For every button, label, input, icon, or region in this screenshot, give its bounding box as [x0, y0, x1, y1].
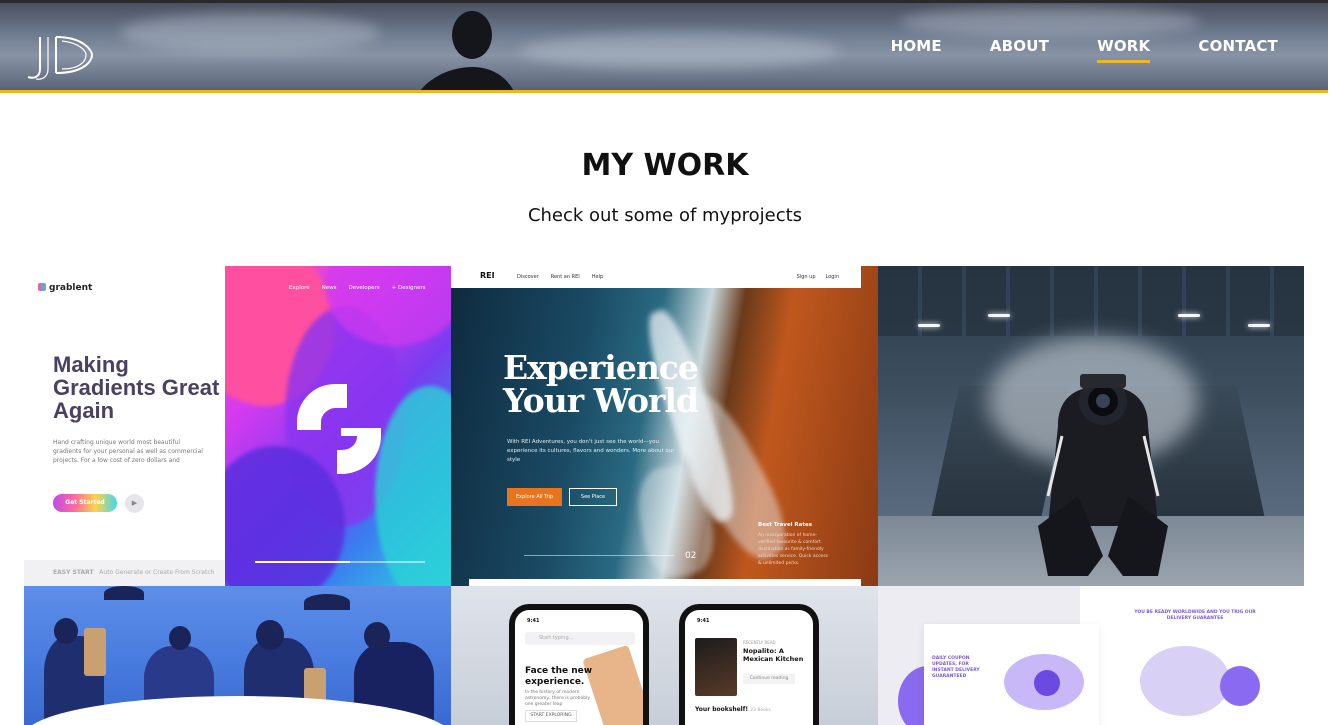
- main-nav: HOME ABOUT WORK CONTACT: [843, 37, 1278, 63]
- phone-screen: 9:41 RECENTLY READ Nopalito: A Mexican K…: [685, 610, 813, 725]
- rei-slider: [524, 555, 674, 556]
- grablent-gradient-art: Explore News Developers + Designers: [225, 266, 451, 586]
- grablent-footer-text: EASY START Auto Generate or Create From …: [53, 569, 215, 576]
- header-cloud: [120, 13, 380, 53]
- nav-work[interactable]: WORK: [1097, 37, 1151, 63]
- grablent-g-icon: [297, 384, 381, 474]
- illustration-blob: [1140, 646, 1230, 716]
- page-title: MY WORK: [581, 148, 749, 183]
- nav-home[interactable]: HOME: [891, 37, 942, 63]
- project-tile-reading-app[interactable]: 9:41 Start typing... Face the new experi…: [451, 586, 878, 725]
- site-header: HOME ABOUT WORK CONTACT: [0, 0, 1328, 93]
- person-head: [169, 626, 191, 650]
- phone-search: Start typing...: [525, 632, 635, 645]
- play-icon: ▶: [125, 494, 144, 513]
- rei-lead: With REI Adventures, you don't just see …: [507, 439, 675, 463]
- grablent-headline: Making Gradients Great Again: [53, 352, 220, 423]
- ceiling-light: [988, 314, 1010, 317]
- nav-contact[interactable]: CONTACT: [1198, 37, 1278, 63]
- grablent-topnav: Explore News Developers + Designers: [289, 285, 426, 291]
- project-tile-delivery[interactable]: YOU BE READY WORLDWIDE AND YOU TRIG OUR …: [878, 586, 1304, 725]
- header-cloud: [520, 33, 840, 69]
- phone-screen: 9:41 Start typing... Face the new experi…: [515, 610, 643, 725]
- rei-topbar: REI Discover Rent an REI Help Sign up Login: [451, 266, 861, 288]
- rei-explore-button: Explore All Trip: [507, 488, 562, 506]
- ceiling-light: [918, 324, 940, 327]
- rei-bottom-bar: [469, 579, 861, 586]
- ceiling-light: [1178, 314, 1200, 317]
- illustration-blob: [1220, 666, 1260, 706]
- recently-read-label: RECENTLY READ: [743, 640, 776, 645]
- rei-rates-title: Best Travel Rates: [758, 522, 813, 528]
- nav-about[interactable]: ABOUT: [990, 37, 1049, 63]
- phone-mockup: 9:41 Start typing... Face the new experi…: [509, 604, 649, 725]
- person-head: [256, 620, 284, 650]
- rei-see-place-button: See Place: [569, 488, 617, 506]
- continue-reading-button: Continue reading: [743, 674, 795, 684]
- grablent-logo-icon: [38, 283, 46, 291]
- ceiling-light: [1248, 324, 1270, 327]
- grablent-progress-fill: [255, 561, 350, 563]
- grablent-get-started-button: Get Started: [53, 494, 117, 512]
- lamp: [104, 586, 144, 600]
- rei-rates-text: An incorporation of home-verified favour…: [758, 533, 829, 566]
- rei-headline: Experience Your World: [503, 348, 699, 420]
- phone-headline: Face the new experience.: [525, 666, 593, 687]
- grablent-footer: EASY START Auto Generate or Create From …: [24, 560, 225, 586]
- phone-start-button: START EXPLORING: [525, 710, 577, 722]
- person-head: [54, 618, 78, 644]
- grablent-left-panel: grablent Making Gradients Great Again Ha…: [24, 266, 225, 586]
- project-tile-rei[interactable]: REI Discover Rent an REI Help Sign up Login…: [451, 266, 878, 586]
- phone-time: 9:41: [527, 618, 540, 624]
- phone-mockup: 9:41 RECENTLY READ Nopalito: A Mexican K…: [679, 604, 819, 725]
- header-person-silhouette: [420, 11, 514, 90]
- book-title: Nopalito: A Mexican Kitchen: [743, 647, 804, 663]
- grablent-brand: grablent: [38, 283, 92, 293]
- lamp: [304, 594, 350, 610]
- phone-subtext: In the history of modern astronomy, ther…: [525, 690, 590, 707]
- project-tile-grablent[interactable]: grablent Making Gradients Great Again Ha…: [24, 266, 451, 586]
- illustration-blob: [1034, 670, 1060, 696]
- project-tile-photo[interactable]: [878, 266, 1304, 586]
- delivery-right-panel: YOU BE READY WORLDWIDE AND YOU TRIG OUR …: [1080, 586, 1304, 725]
- bookshelf-label: Your bookshelf! 23 Books: [695, 706, 771, 713]
- rei-menu: Discover Rent an REI Help: [517, 274, 604, 280]
- delivery-tagline-right: YOU BE READY WORLDWIDE AND YOU TRIG OUR …: [1134, 610, 1256, 621]
- rei-slide-counter: 02: [685, 551, 697, 561]
- delivery-tagline: DAILY COUPON UPDATES, FOR INSTANT DELIVE…: [932, 656, 980, 679]
- delivery-left-panel: DAILY COUPON UPDATES, FOR INSTANT DELIVE…: [924, 624, 1099, 725]
- rei-logo: REI: [480, 271, 495, 280]
- jenga-tower: [84, 628, 106, 676]
- site-logo[interactable]: [26, 31, 94, 81]
- project-tile-illustration[interactable]: [24, 586, 451, 725]
- rei-menu-right: Sign up Login: [796, 274, 839, 280]
- book-cover-image: [695, 638, 737, 696]
- page-subtitle: Check out some of myprojects: [527, 205, 803, 226]
- photographer-figure: [1038, 374, 1168, 576]
- header-cloud: [900, 7, 1200, 37]
- person-head: [364, 622, 390, 650]
- grablent-description: Hand crafting unique world most beautifu…: [53, 439, 203, 464]
- phone-time: 9:41: [697, 618, 710, 624]
